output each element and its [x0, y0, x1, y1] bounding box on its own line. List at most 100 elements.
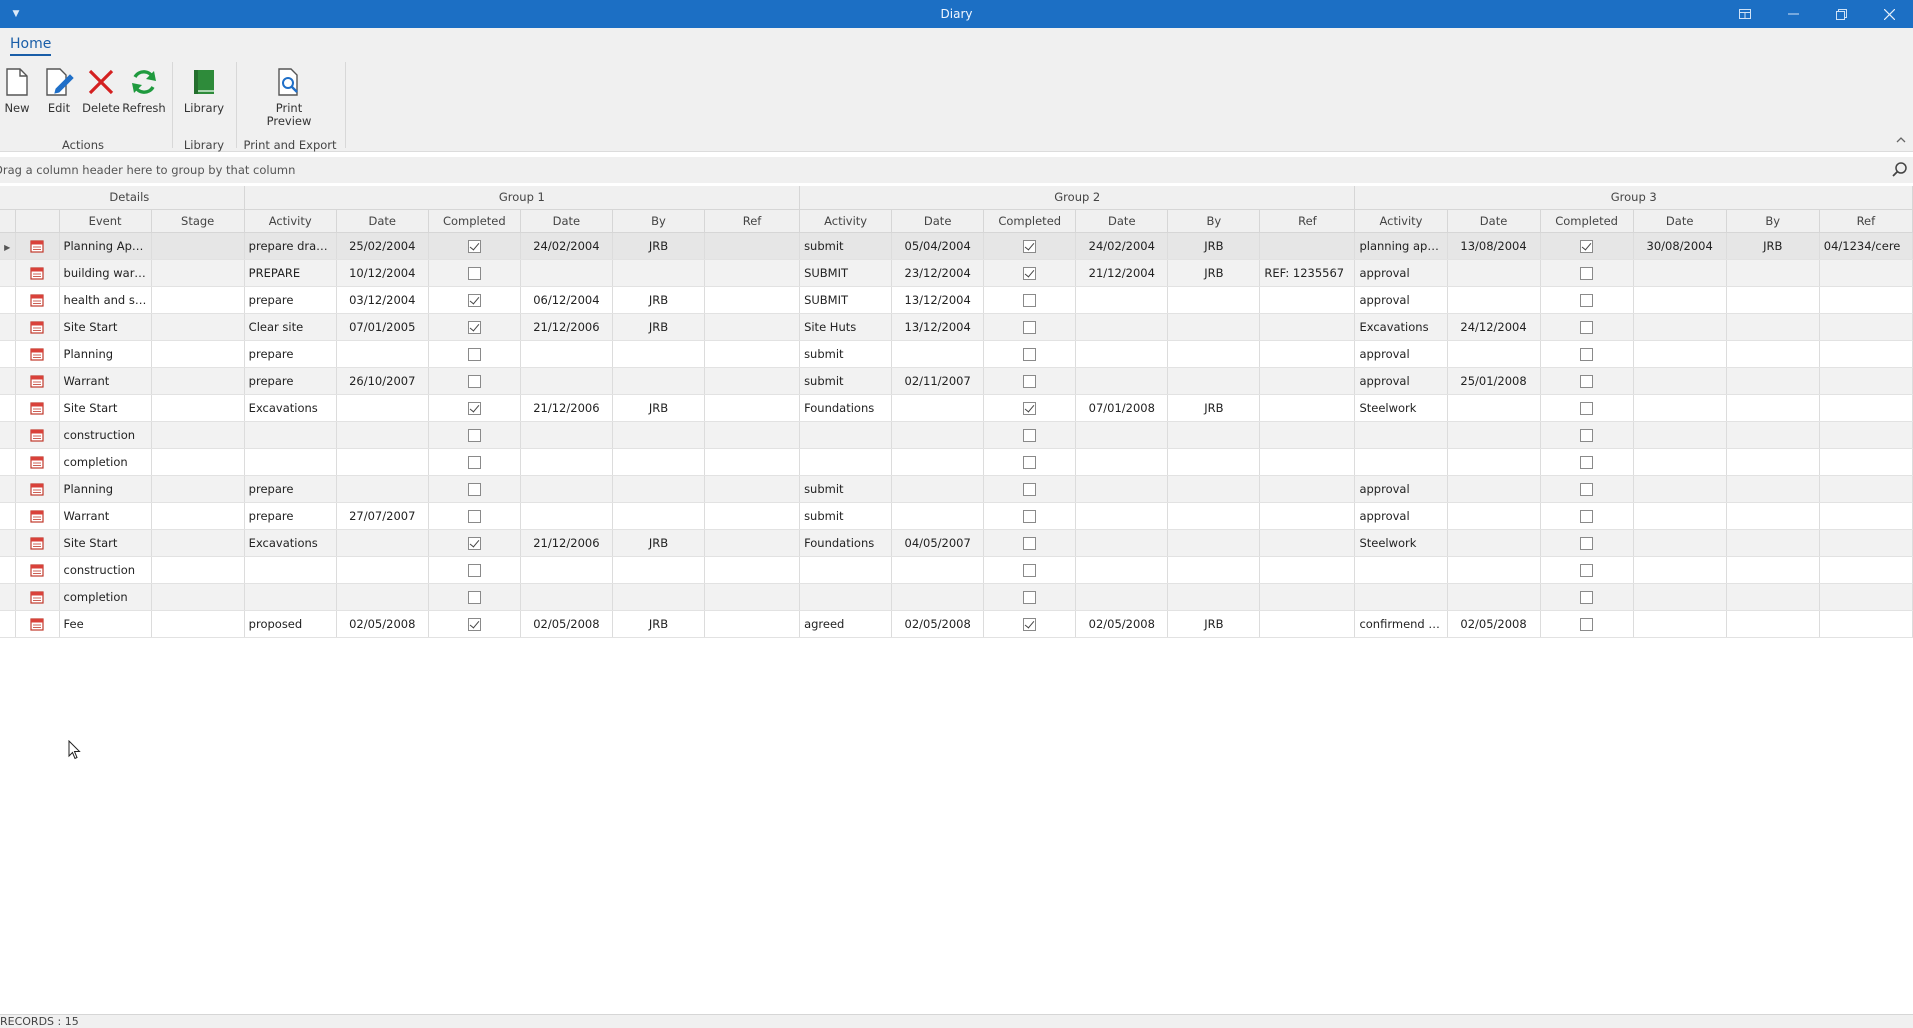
cell-g3-date[interactable]: 25/01/2008 [1447, 367, 1541, 395]
cell-g1-activity[interactable]: prepare [244, 502, 337, 530]
column-header-g1-completed[interactable]: Completed [428, 209, 521, 233]
row-icon-cell[interactable] [15, 502, 60, 530]
completed-checkbox[interactable] [1580, 617, 1594, 631]
cell-g3-completed[interactable] [1540, 475, 1634, 503]
cell-g3-date[interactable] [1447, 286, 1541, 314]
cell-event[interactable]: Warrant [59, 367, 152, 395]
cell-g2-completed[interactable] [983, 421, 1077, 449]
cell-g2-ref[interactable] [1259, 529, 1356, 557]
completed-checkbox[interactable] [467, 347, 481, 361]
cell-g3-activity[interactable] [1354, 448, 1448, 476]
cell-g1-completed[interactable] [428, 448, 521, 476]
table-row[interactable]: Fee proposed 02/05/2008 02/05/2008 JRB agreed… [0, 610, 1913, 638]
completed-checkbox[interactable] [467, 239, 481, 253]
completed-checkbox[interactable] [1023, 536, 1037, 550]
cell-stage[interactable] [151, 556, 245, 584]
cell-g3-ref[interactable] [1819, 502, 1913, 530]
completed-checkbox[interactable] [467, 455, 481, 469]
column-header-g3-completed-date[interactable]: Date [1633, 209, 1727, 233]
cell-g3-by[interactable] [1726, 475, 1820, 503]
cell-g2-ref[interactable] [1259, 610, 1356, 638]
cell-g1-date[interactable] [336, 394, 429, 422]
row-icon-cell[interactable] [15, 394, 60, 422]
cell-g3-cdate[interactable] [1633, 259, 1727, 287]
completed-checkbox[interactable] [1580, 320, 1594, 334]
cell-g1-ref[interactable] [704, 259, 801, 287]
table-row[interactable]: completion [0, 448, 1913, 476]
cell-g2-completed[interactable] [983, 232, 1077, 260]
cell-g3-activity[interactable]: Steelwork [1354, 529, 1448, 557]
cell-event[interactable]: Site Start [59, 313, 152, 341]
table-row[interactable]: construction [0, 556, 1913, 584]
table-row[interactable]: Planning prepare submit approval [0, 475, 1913, 503]
row-indicator[interactable] [0, 556, 16, 584]
completed-checkbox[interactable] [467, 617, 481, 631]
completed-checkbox[interactable] [467, 401, 481, 415]
cell-g2-ref[interactable] [1259, 313, 1356, 341]
delete-button[interactable]: Delete [79, 64, 123, 115]
cell-g2-completed[interactable] [983, 475, 1077, 503]
cell-g2-completed[interactable] [983, 313, 1077, 341]
completed-checkbox[interactable] [1023, 617, 1037, 631]
refresh-button[interactable]: Refresh [122, 64, 166, 115]
cell-g2-date[interactable] [891, 394, 985, 422]
cell-stage[interactable] [151, 286, 245, 314]
cell-g1-by[interactable]: JRB [612, 610, 705, 638]
cell-g3-cdate[interactable] [1633, 502, 1727, 530]
completed-checkbox[interactable] [1580, 455, 1594, 469]
table-row[interactable]: Site Start Excavations 21/12/2006 JRB Founda… [0, 394, 1913, 422]
cell-g1-completed[interactable] [428, 556, 521, 584]
completed-checkbox[interactable] [1023, 428, 1037, 442]
cell-g1-completed[interactable] [428, 259, 521, 287]
cell-g2-cdate[interactable] [1075, 583, 1169, 611]
cell-g2-ref[interactable] [1259, 502, 1356, 530]
row-indicator[interactable] [0, 583, 16, 611]
cell-g1-ref[interactable] [704, 313, 801, 341]
cell-g3-activity[interactable] [1354, 421, 1448, 449]
cell-g3-date[interactable] [1447, 340, 1541, 368]
cell-g1-by[interactable] [612, 475, 705, 503]
cell-g3-completed[interactable] [1540, 286, 1634, 314]
cell-g3-date[interactable] [1447, 259, 1541, 287]
row-icon-cell[interactable] [15, 259, 60, 287]
cell-g3-ref[interactable]: 04/1234/cere [1819, 232, 1913, 260]
cell-g2-by[interactable] [1167, 556, 1261, 584]
cell-g3-by[interactable] [1726, 502, 1820, 530]
cell-g1-activity[interactable] [244, 448, 337, 476]
cell-g2-activity[interactable] [799, 556, 893, 584]
cell-g1-cdate[interactable] [520, 259, 613, 287]
completed-checkbox[interactable] [1580, 428, 1594, 442]
cell-g3-by[interactable] [1726, 340, 1820, 368]
cell-g2-ref[interactable] [1259, 475, 1356, 503]
row-indicator[interactable] [0, 529, 16, 557]
cell-g3-activity[interactable]: planning approval [1354, 232, 1448, 260]
cell-g1-cdate[interactable]: 06/12/2004 [520, 286, 613, 314]
cell-g3-activity[interactable]: approval [1354, 340, 1448, 368]
cell-g3-activity[interactable] [1354, 556, 1448, 584]
cell-g2-date[interactable] [891, 583, 985, 611]
cell-g3-activity[interactable] [1354, 583, 1448, 611]
cell-g2-ref[interactable]: REF: 1235567 [1259, 259, 1356, 287]
cell-g1-activity[interactable]: prepare drawings [244, 232, 337, 260]
row-icon-cell[interactable] [15, 367, 60, 395]
table-row[interactable]: building warrant PREPARE 10/12/2004 SUBMIT 2… [0, 259, 1913, 287]
cell-g3-completed[interactable] [1540, 340, 1634, 368]
cell-g3-ref[interactable] [1819, 529, 1913, 557]
completed-checkbox[interactable] [1580, 590, 1594, 604]
cell-g3-date[interactable]: 13/08/2004 [1447, 232, 1541, 260]
cell-g2-date[interactable] [891, 475, 985, 503]
restore-icon[interactable] [1818, 0, 1864, 28]
cell-g2-completed[interactable] [983, 583, 1077, 611]
cell-g2-ref[interactable] [1259, 286, 1356, 314]
completed-checkbox[interactable] [1023, 374, 1037, 388]
cell-g1-activity[interactable]: prepare [244, 475, 337, 503]
cell-g1-ref[interactable] [704, 421, 801, 449]
cell-g2-completed[interactable] [983, 556, 1077, 584]
cell-g1-cdate[interactable] [520, 475, 613, 503]
column-header-stage[interactable]: Stage [151, 209, 245, 233]
cell-g2-completed[interactable] [983, 367, 1077, 395]
cell-g3-by[interactable] [1726, 529, 1820, 557]
cell-g3-by[interactable] [1726, 367, 1820, 395]
cell-g1-date[interactable] [336, 421, 429, 449]
cell-g3-by[interactable] [1726, 313, 1820, 341]
